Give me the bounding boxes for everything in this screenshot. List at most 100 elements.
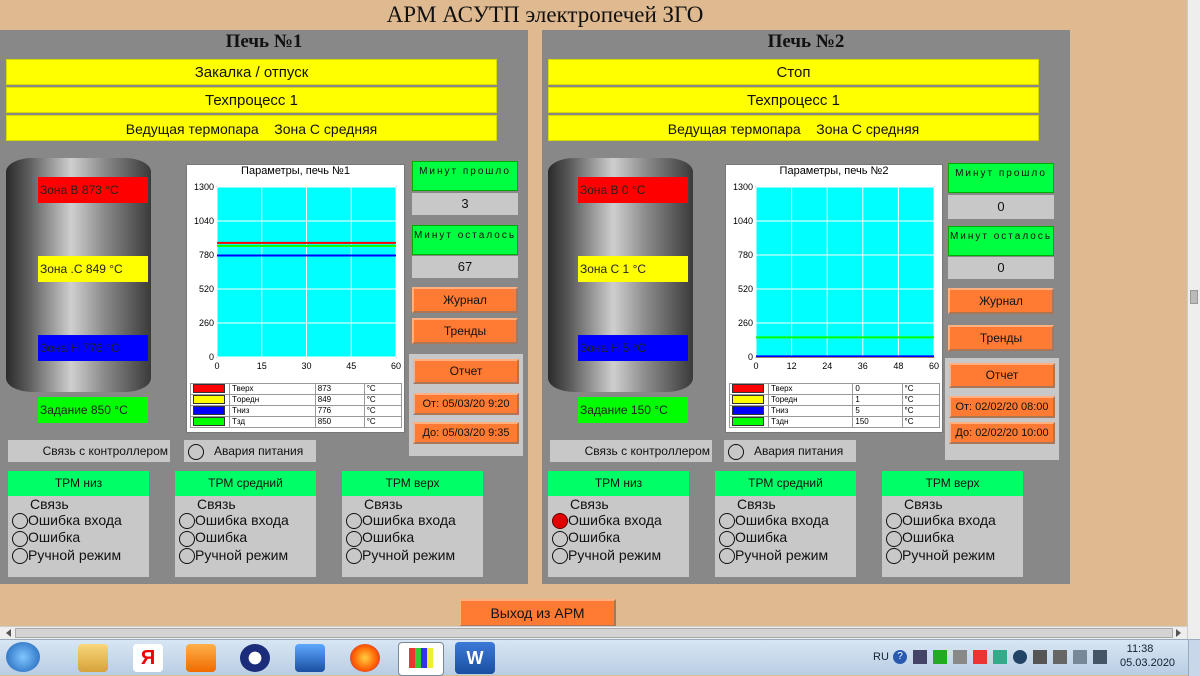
manual-mode-indicator	[12, 547, 28, 564]
furnace-1-chart: Параметры, печь №1 0 260 520 780 1040 1300 0 15…	[186, 164, 405, 433]
legend-row: Тзд 850 °С	[190, 416, 403, 428]
y-tick-label: 0	[209, 352, 214, 362]
report-button[interactable]: Отчет	[949, 363, 1055, 388]
input-error-indicator	[719, 513, 735, 530]
power-alarm-indicator	[188, 443, 204, 460]
tray-icon-2[interactable]	[933, 650, 947, 664]
journal-button[interactable]: Журнал	[948, 288, 1054, 314]
y-tick-label: 520	[738, 284, 753, 294]
plot-area	[755, 186, 935, 358]
power-alarm-status: Авария питания	[184, 440, 316, 462]
word-icon[interactable]: W	[455, 642, 495, 674]
legend-swatch	[732, 417, 764, 427]
legend-unit: °С	[363, 405, 403, 417]
help-icon[interactable]: ?	[893, 650, 907, 664]
journal-button[interactable]: Журнал	[412, 287, 518, 313]
scada-app-icon[interactable]	[398, 642, 444, 676]
tray-icon-4[interactable]	[973, 650, 987, 664]
error-label: Ошибка	[568, 529, 621, 546]
tray-icon-5[interactable]	[993, 650, 1007, 664]
clock[interactable]: 11:38 05.03.2020	[1120, 642, 1175, 670]
manual-mode-indicator	[886, 547, 902, 564]
x-tick-label: 24	[822, 361, 832, 371]
error-label: Ошибка	[28, 529, 81, 546]
y-tick-label: 260	[199, 318, 214, 328]
y-tick-label: 780	[738, 250, 753, 260]
report-to[interactable]: До: 02/02/20 10:00	[949, 422, 1055, 444]
network-icon[interactable]	[1073, 650, 1087, 664]
trm-top-2: ТРМ верх Связь Ошибка входа Ошибка Ручно…	[882, 471, 1023, 577]
y-tick-label: 1300	[733, 182, 753, 192]
trends-button[interactable]: Тренды	[948, 325, 1054, 351]
furnace-2-process: Техпроцесс 1	[548, 87, 1039, 113]
trm-link: Связь	[197, 496, 236, 512]
legend-name: Торедн	[767, 394, 854, 406]
trm-header: ТРМ верх	[342, 471, 483, 496]
legend-swatch	[732, 384, 764, 394]
clock-time: 11:38	[1126, 643, 1154, 655]
manual-mode-indicator	[719, 547, 735, 564]
legend-value: 850	[314, 416, 365, 428]
tray-icon-6[interactable]	[1013, 650, 1027, 664]
error-indicator	[179, 530, 195, 547]
chart-title: Параметры, печь №1	[241, 165, 350, 177]
thermocouple-label: Ведущая термопара	[125, 121, 259, 137]
legend-row: Тниз 5 °С	[729, 405, 941, 417]
report-from[interactable]: От: 05/03/20 9:20	[413, 393, 519, 415]
chart-plot: 0 260 520 780 1040 1300 0 12 24 36 48 60	[733, 182, 939, 371]
speaker-app-icon[interactable]	[295, 644, 325, 672]
minutes-left-value: 67	[412, 256, 518, 278]
exit-button[interactable]: Выход из АРМ	[459, 599, 616, 627]
manual-mode-indicator	[179, 547, 195, 564]
legend-value: 776	[314, 405, 365, 417]
report-to[interactable]: До: 05/03/20 9:35	[413, 422, 519, 444]
media-player-icon[interactable]	[186, 644, 216, 672]
vertical-scroll-thumb[interactable]	[1190, 290, 1198, 304]
manual-mode-indicator	[552, 547, 568, 564]
minutes-left-label: Минут осталось	[948, 226, 1054, 256]
report-button[interactable]: Отчет	[413, 359, 519, 384]
scroll-right-icon[interactable]	[1176, 629, 1181, 637]
legend-value: 5	[852, 405, 903, 417]
user-app-icon[interactable]	[240, 644, 270, 672]
x-tick-label: 60	[929, 361, 939, 371]
input-error-label: Ошибка входа	[28, 512, 122, 528]
legend-swatch	[732, 406, 764, 416]
legend-row: Тздн 150 °С	[729, 416, 941, 428]
controller-link-status: Связь с контроллером	[550, 440, 712, 462]
furnace-2-panel: Печь №2 Стоп Техпроцесс 1 Ведущая термоп…	[542, 30, 1070, 584]
legend-name: Тниз	[767, 405, 854, 417]
input-error-label: Ошибка входа	[902, 512, 996, 528]
language-indicator[interactable]: RU	[873, 651, 889, 663]
x-tick-label: 30	[301, 361, 311, 371]
yandex-browser-icon[interactable]: Я	[133, 644, 163, 672]
legend-unit: °С	[901, 416, 941, 428]
start-button-icon[interactable]	[6, 642, 40, 672]
file-explorer-icon[interactable]	[78, 644, 108, 672]
trends-button[interactable]: Тренды	[412, 318, 518, 344]
tray-icon-1[interactable]	[913, 650, 927, 664]
legend-name: Тздн	[767, 416, 854, 428]
flag-icon[interactable]	[1053, 650, 1067, 664]
scroll-left-icon[interactable]	[6, 629, 11, 637]
legend-row: Тниз 776 °С	[190, 405, 403, 417]
volume-icon[interactable]	[1093, 650, 1107, 664]
furnace-1-process: Техпроцесс 1	[6, 87, 497, 113]
report-from[interactable]: От: 02/02/20 08:00	[949, 396, 1055, 418]
legend-unit: °С	[901, 394, 941, 406]
x-tick-label: 36	[858, 361, 868, 371]
chart-legend: Тверх 0 °С Торедн 1 °С Тниз 5 °С Тздн 150 °С	[729, 383, 941, 428]
tray-icon-3[interactable]	[953, 650, 967, 664]
firefox-icon[interactable]	[350, 644, 380, 672]
manual-mode-label: Ручной режим	[362, 546, 456, 563]
legend-name: Тниз	[229, 405, 316, 417]
y-tick-label: 780	[199, 250, 214, 260]
tray-icon-7[interactable]	[1033, 650, 1047, 664]
show-desktop-button[interactable]	[1188, 640, 1200, 676]
horizontal-scrollbar[interactable]	[0, 626, 1187, 639]
legend-swatch	[193, 395, 225, 405]
thermocouple-zone: Зона С средняя	[816, 121, 920, 137]
horizontal-scroll-thumb[interactable]	[15, 628, 1173, 638]
input-error-indicator	[12, 513, 28, 530]
vertical-scrollbar[interactable]	[1187, 0, 1200, 639]
